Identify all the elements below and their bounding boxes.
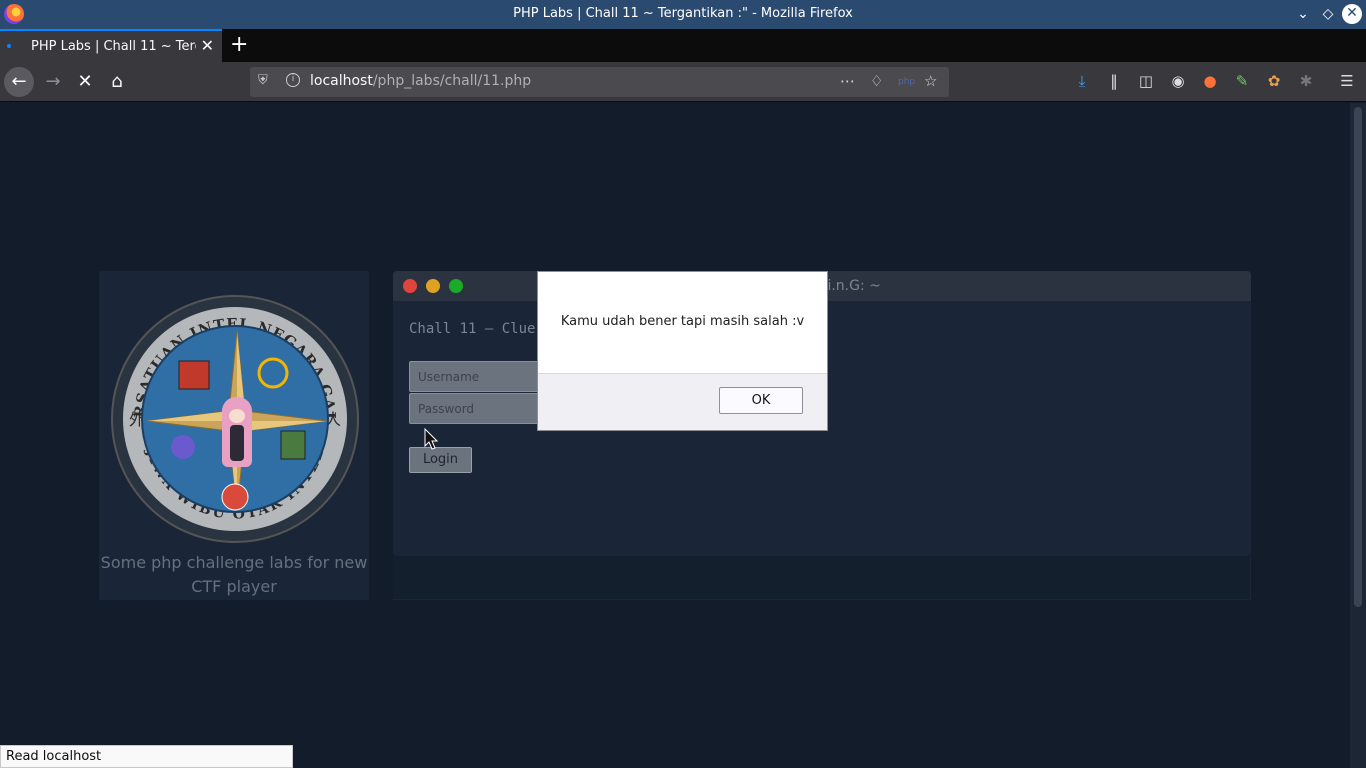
home-icon[interactable]: ⌂ <box>102 67 132 97</box>
ok-button[interactable]: OK <box>719 387 803 414</box>
maximize-diamond-icon[interactable]: ◇ <box>1319 5 1337 23</box>
new-tab-plus-icon[interactable]: + <box>230 32 248 57</box>
username-input[interactable] <box>409 361 549 392</box>
php-badge-icon[interactable]: php <box>898 77 915 87</box>
sidebar-description: Some php challenge labs for new CTF play… <box>100 553 368 596</box>
alert-footer: OK <box>538 373 827 430</box>
account-icon[interactable]: ◉ <box>1167 72 1189 94</box>
panel-title: .i.n.G: ~ <box>823 278 881 294</box>
window-close-icon[interactable]: ✕ <box>1342 4 1362 24</box>
page-scrollbar[interactable] <box>1350 103 1366 768</box>
tab-close-icon[interactable]: ✕ <box>201 36 214 55</box>
page-actions-icon[interactable]: ⋯ <box>840 72 855 90</box>
window-title: PHP Labs | Chall 11 ~ Tergantikan :" - M… <box>513 6 853 21</box>
site-info-icon[interactable]: i <box>286 73 300 87</box>
panel-footer-area <box>393 556 1251 600</box>
url-text[interactable]: localhost/php_labs/chall/11.php <box>310 73 531 89</box>
status-bar: Read localhost <box>0 745 293 768</box>
alert-message: Kamu udah bener tapi masih salah :v <box>560 314 805 329</box>
url-bar[interactable]: ⛨ i localhost/php_labs/chall/11.php ⋯ ♢ … <box>250 67 949 97</box>
loading-dot-icon <box>7 44 11 48</box>
tracking-shield-icon[interactable]: ⛨ <box>258 73 268 88</box>
forward-arrow-icon[interactable]: → <box>38 67 68 97</box>
challenge-clue: Chall 11 — Clue <box>409 321 536 337</box>
navigation-toolbar: ← → ✕ ⌂ ⛨ i localhost/php_labs/chall/11.… <box>0 62 1366 102</box>
alert-dialog: Kamu udah bener tapi masih salah :v OK <box>537 271 828 431</box>
seal-inner-disc <box>141 325 329 513</box>
bookmark-star-icon[interactable]: ☆ <box>924 72 937 90</box>
password-input[interactable] <box>409 393 549 424</box>
panel-minimize-dot-icon <box>426 279 440 293</box>
tab-label: PHP Labs | Chall 11 ~ Tergantikan :" <box>31 39 196 54</box>
mouse-pointer-icon <box>424 428 438 450</box>
sidebar-icon[interactable]: ◫ <box>1135 72 1157 94</box>
extension-gray-icon[interactable]: ✱ <box>1295 72 1317 94</box>
extension-pen-icon[interactable]: ✎ <box>1231 72 1253 94</box>
url-host: localhost <box>310 73 373 89</box>
url-path: /php_labs/chall/11.php <box>372 73 532 89</box>
library-icon[interactable]: ‖ <box>1103 72 1125 94</box>
downloads-icon[interactable]: ⤓ <box>1071 72 1093 94</box>
window-titlebar: PHP Labs | Chall 11 ~ Tergantikan :" - M… <box>0 0 1366 29</box>
menu-hamburger-icon[interactable]: ☰ <box>1336 72 1358 94</box>
intel-seal-logo: PERSATUAN INTEL NEGARA GAJIN JIWA WIBU O… <box>111 295 359 543</box>
tab-bar: PHP Labs | Chall 11 ~ Tergantikan :" ✕ + <box>0 29 1366 62</box>
login-button[interactable]: Login <box>409 447 472 473</box>
scrollbar-thumb[interactable] <box>1354 107 1362 607</box>
extension-orange-icon[interactable]: ● <box>1199 72 1221 94</box>
chibi-character-icon <box>222 397 252 467</box>
back-arrow-icon[interactable]: ← <box>4 67 34 97</box>
cookie-icon[interactable]: ✿ <box>1263 72 1285 94</box>
minimize-chevron-icon[interactable]: ⌄ <box>1294 5 1312 23</box>
stop-loading-icon[interactable]: ✕ <box>70 67 100 97</box>
panel-maximize-dot-icon <box>449 279 463 293</box>
panel-close-dot-icon <box>403 279 417 293</box>
pocket-icon[interactable]: ♢ <box>870 72 883 90</box>
tab-active[interactable]: PHP Labs | Chall 11 ~ Tergantikan :" ✕ <box>0 29 222 62</box>
